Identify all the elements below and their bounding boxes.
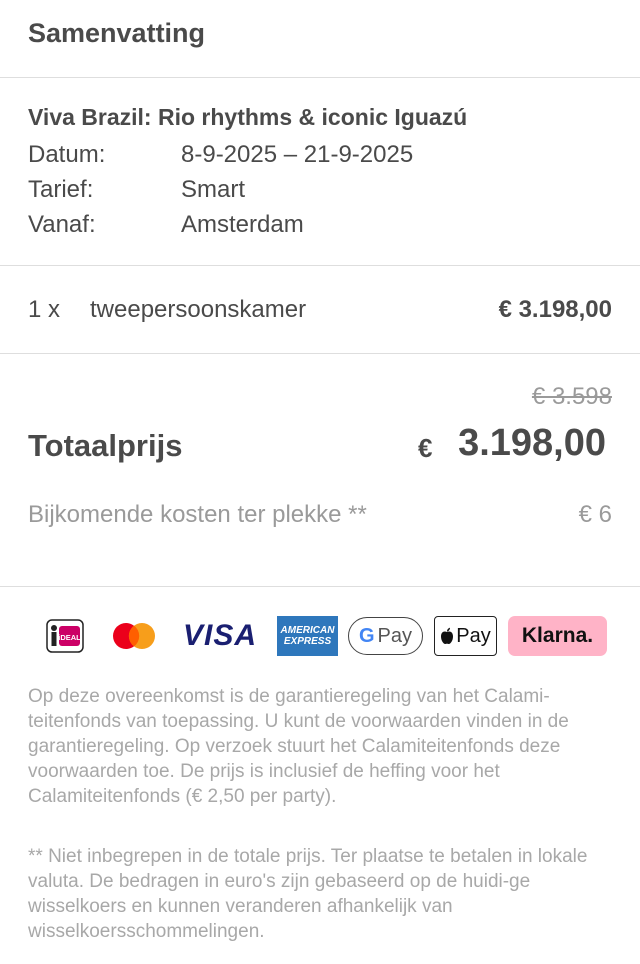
- visa-text: VISA: [182, 619, 258, 652]
- svg-text:iDEAL: iDEAL: [58, 633, 81, 642]
- mastercard-icon: [110, 616, 158, 656]
- departure-value: Amsterdam: [181, 211, 304, 238]
- trip-name: Viva Brazil: Rio rhythms & iconic Iguazú: [28, 104, 468, 130]
- amex-text: AMERICAN EXPRESS: [280, 625, 335, 647]
- klarna-icon: Klarna.: [508, 616, 607, 656]
- visa-icon: VISA: [180, 616, 260, 656]
- applepay-text: Pay: [456, 624, 491, 647]
- guarantee-notice: Op deze overeenkomst is de garantieregel…: [28, 686, 569, 807]
- divider: [0, 586, 640, 587]
- total-label: Totaalprijs: [28, 428, 183, 463]
- tariff-value: Smart: [181, 176, 246, 203]
- total-amount: 3.198,00: [458, 422, 606, 464]
- summary-title: Samenvatting: [28, 18, 206, 48]
- departure-label: Vanaf:: [28, 211, 96, 238]
- gpay-text: Pay: [377, 624, 413, 647]
- room-price: € 3.198,00: [498, 296, 612, 323]
- date-label: Datum:: [28, 141, 106, 168]
- total-currency: €: [418, 433, 433, 463]
- footnote-notice: ** Niet inbegrepen in de totale prijs. T…: [28, 846, 588, 942]
- date-value: 8-9-2025 – 21-9-2025: [181, 141, 414, 168]
- ideal-icon: iDEAL: [46, 616, 84, 656]
- room-quantity: 1 x: [28, 296, 61, 323]
- apple-icon: [441, 627, 454, 645]
- extra-costs-amount: € 6: [578, 501, 612, 528]
- room-type: tweepersoonskamer: [90, 296, 307, 323]
- extra-costs-label: Bijkomende kosten ter plekke **: [28, 501, 367, 528]
- divider: [0, 265, 640, 266]
- google-g-icon: G: [358, 624, 375, 647]
- klarna-text: Klarna.: [521, 624, 594, 647]
- amex-icon: AMERICAN EXPRESS: [277, 616, 338, 656]
- divider: [0, 353, 640, 354]
- original-price: € 3.598: [531, 383, 612, 410]
- applepay-icon: Pay: [434, 616, 497, 656]
- gpay-icon: G Pay: [348, 616, 423, 656]
- tariff-label: Tarief:: [28, 176, 94, 203]
- divider: [0, 77, 640, 78]
